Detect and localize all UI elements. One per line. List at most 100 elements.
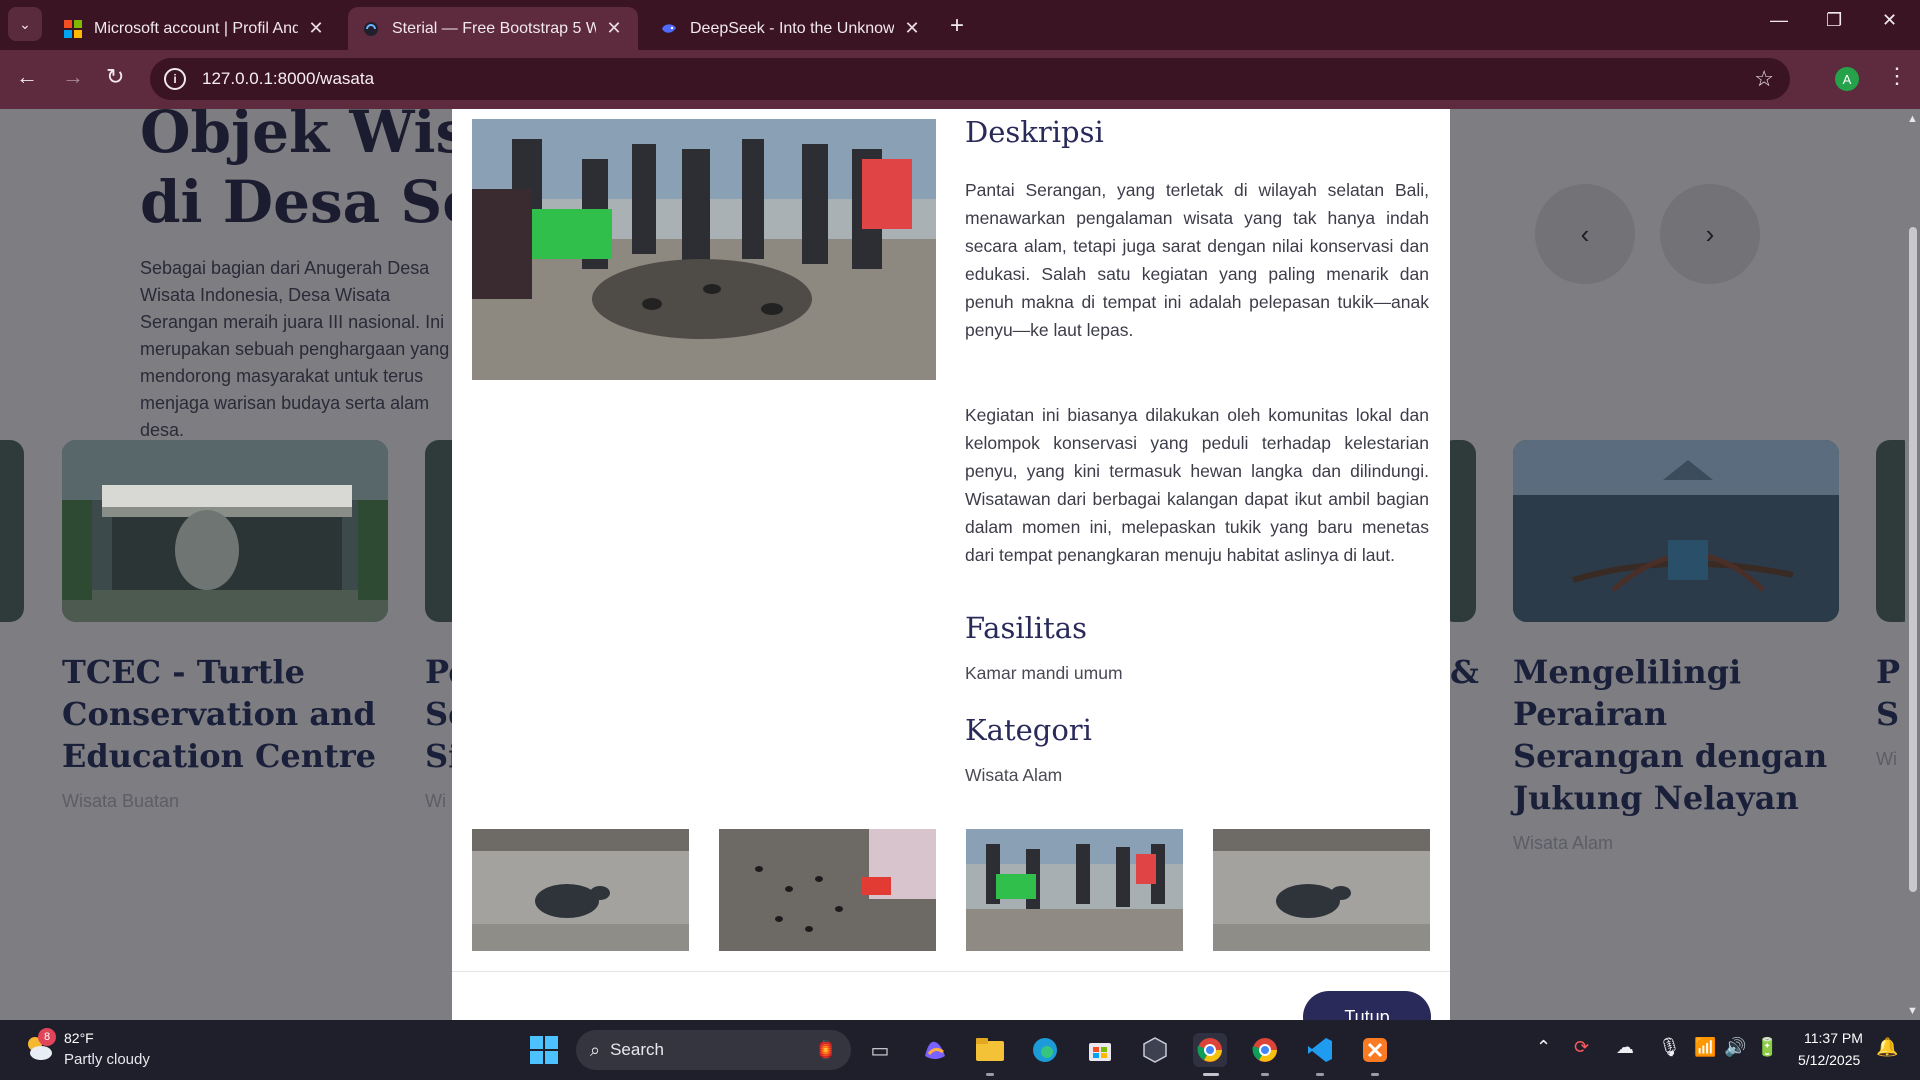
card-title[interactable]: TCEC - Turtle Conservation and Education… [62, 651, 382, 777]
tcec-building-image [62, 440, 388, 622]
search-label: Search [610, 1040, 664, 1059]
card-category: Wi [425, 791, 446, 811]
gallery-thumbnail[interactable] [472, 829, 689, 951]
carousel-prev-button[interactable]: ‹ [1535, 184, 1635, 284]
page-intro: Sebagai bagian dari Anugerah Desa Wisata… [140, 258, 450, 440]
scroll-thumb[interactable] [1909, 227, 1917, 892]
cloud-off-icon[interactable]: ☁ [1616, 1037, 1634, 1058]
turtle-on-sand-image [472, 829, 689, 951]
microsoft-logo-icon [64, 19, 82, 38]
forward-button[interactable]: → [62, 64, 84, 90]
running-indicator [1261, 1073, 1269, 1076]
minimize-button[interactable]: — [1770, 10, 1788, 31]
sync-icon[interactable]: ⟳ [1574, 1037, 1589, 1058]
microphone-icon[interactable]: 🎙 [1658, 1037, 1681, 1058]
card-title-fragment: & [1450, 653, 1479, 691]
close-tab-icon[interactable]: ✕ [604, 18, 624, 39]
clock-date[interactable]: 5/12/2025 [1798, 1052, 1860, 1068]
taskbar-search[interactable]: ⌕ Search 🏮 [576, 1030, 851, 1070]
task-view-icon: ▭ [870, 1039, 890, 1062]
windows-logo-icon [530, 1036, 558, 1064]
site-favicon-icon [364, 21, 378, 36]
info-icon[interactable]: i [164, 68, 186, 90]
close-window-button[interactable]: ✕ [1882, 10, 1897, 31]
wifi-icon[interactable]: 📶 [1694, 1037, 1716, 1058]
card-category: Wi [1876, 749, 1897, 769]
vscode-button[interactable] [1303, 1033, 1337, 1067]
running-indicator [986, 1073, 994, 1076]
scroll-up-icon[interactable]: ▲ [1907, 113, 1918, 125]
chevron-down-icon: ⌄ [19, 15, 31, 32]
page-scrollbar[interactable]: ▲ ▼ [1905, 109, 1920, 1020]
search-icon: ⌕ [590, 1039, 601, 1060]
reload-icon: ↻ [106, 64, 125, 89]
card-image[interactable] [0, 440, 24, 622]
card-title-fragment: PS [1876, 653, 1901, 733]
kebab-icon[interactable]: ⋮ [1886, 63, 1908, 89]
chrome-button[interactable] [1248, 1033, 1282, 1067]
edge-icon [1033, 1038, 1057, 1062]
scroll-down-icon[interactable]: ▼ [1907, 1005, 1918, 1017]
chrome-icon [1252, 1038, 1277, 1062]
notification-bell-icon[interactable]: 🔔 [1876, 1037, 1898, 1058]
cube-app-icon [1143, 1037, 1167, 1063]
weather-temperature[interactable]: 82°F [64, 1030, 94, 1046]
arrow-right-icon: → [62, 64, 84, 89]
tab-search-button[interactable]: ⌄ [8, 7, 42, 41]
reload-button[interactable]: ↻ [106, 64, 124, 90]
folder-icon [976, 1038, 1004, 1061]
battery-icon[interactable]: 🔋 [1756, 1037, 1778, 1058]
start-button[interactable] [527, 1033, 561, 1067]
weather-badge: 8 [38, 1028, 56, 1046]
chrome-button-active[interactable] [1193, 1033, 1227, 1067]
url-text[interactable]: 127.0.0.1:8000/wasata [202, 69, 374, 89]
copilot-icon [925, 1041, 945, 1059]
facilities-value: Kamar mandi umum [965, 663, 1123, 683]
gallery-thumbnail[interactable] [1213, 829, 1430, 951]
turtle-release-photo [472, 119, 936, 380]
close-icon: ✕ [1882, 10, 1898, 30]
xampp-button[interactable] [1358, 1033, 1392, 1067]
star-icon[interactable]: ☆ [1754, 66, 1774, 92]
copilot-button[interactable] [918, 1033, 952, 1067]
task-view-button[interactable]: ▭ [863, 1033, 897, 1067]
card-category: Wisata Buatan [62, 791, 180, 811]
restore-button[interactable]: ❐ [1826, 10, 1842, 31]
description-paragraph-1: Pantai Serangan, yang terletak di wilaya… [965, 180, 1429, 340]
dev-tool-button[interactable] [1138, 1033, 1172, 1067]
back-button[interactable]: ← [16, 64, 38, 90]
description-paragraph-2: Kegiatan ini biasanya dilakukan oleh kom… [965, 405, 1429, 565]
chevron-up-icon[interactable]: ⌃ [1536, 1037, 1551, 1058]
close-tab-icon[interactable]: ✕ [902, 18, 922, 39]
store-button[interactable] [1083, 1033, 1117, 1067]
vscode-icon [1308, 1038, 1332, 1062]
card-image-tcec[interactable] [62, 440, 388, 622]
description-heading: Deskripsi [965, 115, 1104, 149]
close-modal-button[interactable]: Tutup [1303, 991, 1431, 1020]
running-indicator [1371, 1073, 1379, 1076]
profile-avatar[interactable]: A [1835, 67, 1859, 91]
clock-time[interactable]: 11:37 PM [1804, 1030, 1863, 1046]
restore-icon: ❐ [1826, 10, 1843, 30]
tab-sterial[interactable]: Sterial — Free Bootstrap 5 Website Templ… [348, 7, 638, 50]
tab-title: Sterial — Free Bootstrap 5 Website Templ… [392, 19, 596, 37]
running-indicator [1203, 1073, 1219, 1076]
tab-microsoft-account[interactable]: Microsoft account | Profil Anda ✕ [50, 7, 340, 50]
tab-deepseek[interactable]: DeepSeek - Into the Unknown ✕ [646, 7, 936, 50]
address-bar[interactable]: i 127.0.0.1:8000/wasata ☆ [150, 58, 1790, 100]
card-title[interactable]: Mengelilingi Perairan Serangan dengan Ju… [1513, 651, 1843, 819]
edge-button[interactable] [1028, 1033, 1062, 1067]
carousel-next-button[interactable]: › [1660, 184, 1760, 284]
gallery-thumbnail[interactable] [966, 829, 1183, 951]
card-image-jukung[interactable] [1513, 440, 1839, 622]
volume-icon[interactable]: 🔊 [1724, 1037, 1746, 1058]
search-highlight-icon: 🏮 [814, 1039, 837, 1060]
turtle-on-sand-image [1213, 829, 1430, 951]
new-tab-button[interactable]: + [950, 12, 964, 40]
gallery-thumbnail[interactable] [719, 829, 936, 951]
file-explorer-button[interactable] [973, 1033, 1007, 1067]
xampp-icon [1363, 1038, 1387, 1062]
plus-icon: + [950, 12, 965, 39]
weather-description[interactable]: Partly cloudy [64, 1051, 150, 1068]
close-tab-icon[interactable]: ✕ [306, 18, 326, 39]
